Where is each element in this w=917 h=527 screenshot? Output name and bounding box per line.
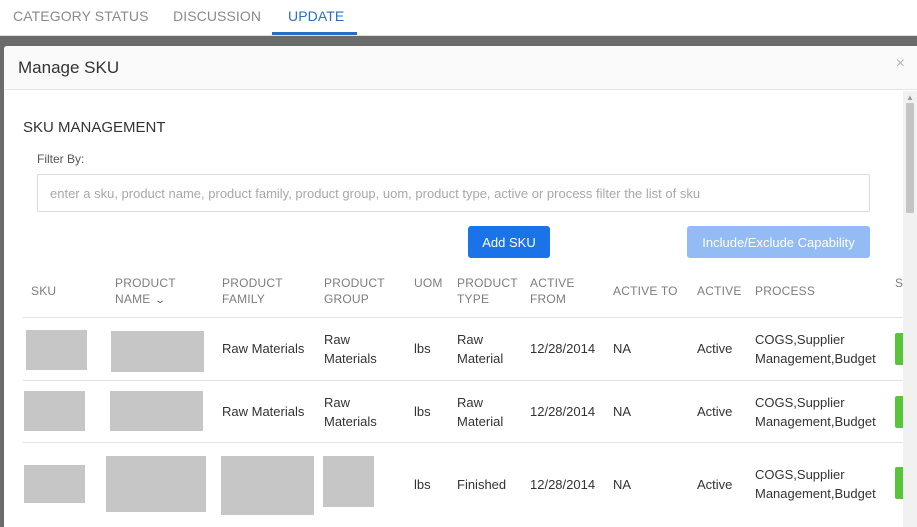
cell-product-type-line2: Material [457, 351, 504, 366]
column-header-product-group-line1: PRODUCT [324, 276, 385, 290]
active-tab-indicator [272, 32, 357, 35]
column-header-product-type-line1: PRODUCT [457, 276, 518, 290]
include-exclude-capability-button[interactable]: Include/Exclude Capability [687, 226, 870, 258]
tab-category-status[interactable]: CATEGORY STATUS [13, 0, 149, 36]
redacted-sku [24, 391, 85, 431]
cell-product-family: Raw Materials [222, 341, 305, 356]
redacted-product-group [323, 456, 374, 507]
cell-product-type-line1: Raw [457, 332, 484, 347]
cell-product-group: Raw Materials [324, 393, 377, 431]
column-header-product-family-line2: FAMILY [222, 292, 265, 306]
arrow-up-icon[interactable]: ▲ [906, 93, 914, 102]
filter-label: Filter By: [37, 152, 85, 166]
status-toggle[interactable] [895, 333, 903, 365]
column-header-product-name[interactable]: PRODUCT NAME ⌄ [115, 275, 176, 309]
redacted-product-name [106, 456, 206, 512]
cell-process-line2: Management,Budget [755, 414, 876, 429]
column-header-product-family-line1: PRODUCT [222, 276, 283, 290]
column-header-product-group[interactable]: PRODUCT GROUP [324, 275, 385, 307]
cell-product-group-line1: Raw [324, 332, 351, 347]
cell-active-to: NA [613, 404, 632, 419]
column-header-active-from-line2: FROM [530, 292, 567, 306]
cell-active-from: 12/28/2014 [530, 477, 596, 492]
column-header-active-from[interactable]: ACTIVE FROM [530, 275, 575, 307]
cell-process: COGS,Supplier Management,Budget [755, 465, 876, 503]
column-header-product-type-line2: TYPE [457, 292, 490, 306]
cell-process: COGS,Supplier Management,Budget [755, 393, 876, 431]
cell-uom: lbs [414, 477, 431, 492]
section-title: SKU MANAGEMENT [23, 119, 166, 136]
cell-active: Active [697, 341, 733, 356]
add-sku-button[interactable]: Add SKU [468, 226, 550, 258]
redacted-sku [24, 465, 85, 503]
cell-process-line1: COGS,Supplier [755, 467, 845, 482]
column-header-active-to[interactable]: ACTIVE TO [613, 283, 678, 299]
status-toggle[interactable] [895, 467, 903, 499]
dialog-body: SKU MANAGEMENT Filter By: Add SKU Includ… [4, 91, 903, 527]
tab-update[interactable]: UPDATE [288, 0, 344, 36]
dialog-title: Manage SKU [18, 58, 120, 77]
cell-process-line1: COGS,Supplier [755, 332, 845, 347]
cell-product-group-line2: Materials [324, 351, 377, 366]
cell-process-line1: COGS,Supplier [755, 395, 845, 410]
column-header-product-type[interactable]: PRODUCT TYPE [457, 275, 518, 307]
column-header-uom[interactable]: UOM [414, 275, 443, 291]
close-icon[interactable]: × [896, 55, 905, 73]
top-tab-bar: CATEGORY STATUS DISCUSSION UPDATE [0, 0, 917, 36]
cell-product-type: Raw Material [457, 330, 503, 368]
cell-product-group-line2: Materials [324, 414, 377, 429]
cell-active-to: NA [613, 341, 632, 356]
table-header: SKU PRODUCT NAME ⌄ PRODUCT FAMILY PRODUCT… [23, 272, 903, 318]
column-header-sku[interactable]: SKU [31, 283, 56, 299]
table-row[interactable]: lbs Finished 12/28/2014 NA Active COGS,S… [23, 443, 903, 527]
cell-uom: lbs [414, 341, 431, 356]
cell-active: Active [697, 477, 733, 492]
tab-discussion[interactable]: DISCUSSION [173, 0, 261, 36]
cell-product-group: Raw Materials [324, 330, 377, 368]
redacted-product-name [111, 331, 204, 372]
cell-product-family: Raw Materials [222, 404, 305, 419]
column-header-product-name-line1: PRODUCT [115, 276, 176, 290]
status-toggle[interactable] [895, 396, 903, 428]
table-row[interactable]: Raw Materials Raw Materials lbs Raw Mate… [23, 381, 903, 443]
column-header-product-name-line2: NAME [115, 292, 151, 306]
dialog-scrollbar[interactable]: ▲ [903, 91, 917, 527]
chevron-down-icon[interactable]: ⌄ [155, 293, 167, 309]
column-header-active-from-line1: ACTIVE [530, 276, 575, 290]
cell-process-line2: Management,Budget [755, 351, 876, 366]
filter-input[interactable] [37, 174, 870, 212]
dialog-header: Manage SKU × [4, 46, 917, 90]
cell-product-group-line1: Raw [324, 395, 351, 410]
cell-process-line2: Management,Budget [755, 486, 876, 501]
cell-product-type-line1: Raw [457, 395, 484, 410]
redacted-sku [26, 330, 87, 370]
cell-product-type-line2: Material [457, 414, 504, 429]
cell-product-type: Finished [457, 477, 507, 492]
redacted-product-name [110, 391, 203, 431]
column-header-active[interactable]: ACTIVE [697, 283, 742, 299]
cell-product-type: Raw Material [457, 393, 503, 431]
cell-active-from: 12/28/2014 [530, 404, 596, 419]
cell-active-to: NA [613, 477, 632, 492]
cell-active-from: 12/28/2014 [530, 341, 596, 356]
redacted-product-family [221, 456, 314, 515]
manage-sku-dialog: Manage SKU × SKU MANAGEMENT Filter By: A… [4, 46, 917, 527]
cell-active: Active [697, 404, 733, 419]
table-row[interactable]: Raw Materials Raw Materials lbs Raw Mate… [23, 318, 903, 381]
column-header-status[interactable]: S [895, 275, 903, 291]
column-header-process[interactable]: PROCESS [755, 283, 815, 299]
cell-uom: lbs [414, 404, 431, 419]
column-header-product-family[interactable]: PRODUCT FAMILY [222, 275, 283, 307]
column-header-product-group-line2: GROUP [324, 292, 370, 306]
cell-process: COGS,Supplier Management,Budget [755, 330, 876, 368]
scrollbar-thumb[interactable] [906, 103, 914, 213]
